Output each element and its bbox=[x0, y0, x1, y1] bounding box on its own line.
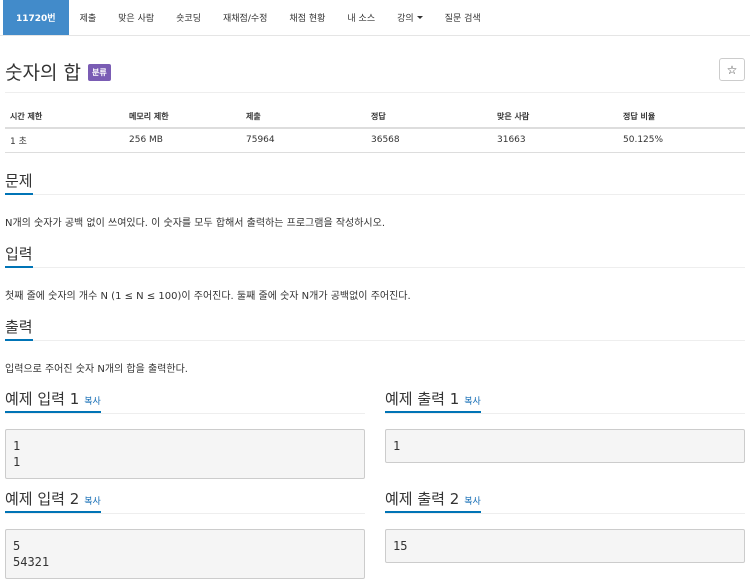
table-header-row: 시간 제한 메모리 제한 제출 정답 맞은 사람 정답 비율 bbox=[5, 106, 745, 129]
table-row: 1 초 256 MB 75964 36568 31663 50.125% bbox=[5, 128, 745, 153]
sample-output-1-box[interactable]: 1 bbox=[385, 429, 745, 463]
nav-solvers[interactable]: 맞은 사람 bbox=[107, 0, 165, 35]
sample-input-1-box[interactable]: 1 1 bbox=[5, 429, 365, 479]
nav-submit[interactable]: 제출 bbox=[69, 0, 108, 35]
value-submissions: 75964 bbox=[241, 128, 366, 153]
output-title: 출력 bbox=[5, 317, 33, 341]
sample-output-2-header: 예제 출력 2 복사 bbox=[385, 489, 745, 514]
input-header: 입력 bbox=[5, 244, 745, 268]
sample-output-2-title-wrap: 예제 출력 2 복사 bbox=[385, 489, 481, 513]
sample-input-1-title-wrap: 예제 입력 1 복사 bbox=[5, 389, 101, 413]
nav-lectures-label: 강의 bbox=[397, 14, 414, 24]
value-memory-limit: 256 MB bbox=[124, 128, 241, 153]
caret-down-icon bbox=[416, 16, 423, 19]
value-ratio: 50.125% bbox=[618, 128, 745, 153]
description-text: N개의 숫자가 공백 없이 쓰여있다. 이 숫자를 모두 합해서 출력하는 프로… bbox=[5, 218, 386, 229]
header-solvers: 맞은 사람 bbox=[492, 106, 618, 129]
sample-output-2-box[interactable]: 15 bbox=[385, 529, 745, 563]
copy-sample-input-1-link[interactable]: 복사 bbox=[84, 397, 101, 407]
value-time-limit: 1 초 bbox=[5, 128, 124, 153]
copy-sample-input-2-link[interactable]: 복사 bbox=[84, 497, 101, 507]
header-time-limit: 시간 제한 bbox=[5, 106, 124, 129]
problem-nav: 11720번 제출 맞은 사람 숏코딩 재채점/수정 채점 현황 내 소스 강의… bbox=[0, 0, 750, 36]
title-divider bbox=[5, 92, 745, 93]
nav-lectures-dropdown[interactable]: 강의 bbox=[386, 0, 434, 35]
copy-sample-output-2-link[interactable]: 복사 bbox=[464, 497, 481, 507]
output-header: 출력 bbox=[5, 317, 745, 341]
nav-rejudge[interactable]: 재채점/수정 bbox=[212, 0, 278, 35]
star-icon: ☆ bbox=[726, 62, 738, 77]
input-section: 입력 첫째 줄에 숫자의 개수 N (1 ≤ N ≤ 100)이 주어진다. 둘… bbox=[5, 244, 745, 302]
sample-input-1: 예제 입력 1 복사 1 1 bbox=[5, 389, 365, 479]
title-row: 숫자의 합 분류 bbox=[5, 58, 111, 84]
sample-output-1-header: 예제 출력 1 복사 bbox=[385, 389, 745, 414]
value-solvers: 31663 bbox=[492, 128, 618, 153]
nav-question-search[interactable]: 질문 검색 bbox=[434, 0, 492, 35]
problem-title: 숫자의 합 bbox=[5, 61, 81, 84]
nav-status[interactable]: 채점 현황 bbox=[278, 0, 336, 35]
sample-input-2-title: 예제 입력 2 bbox=[5, 490, 80, 508]
sample-output-1: 예제 출력 1 복사 1 bbox=[385, 389, 745, 463]
sample-input-2-box[interactable]: 5 54321 bbox=[5, 529, 365, 579]
description-section: 문제 N개의 숫자가 공백 없이 쓰여있다. 이 숫자를 모두 합해서 출력하는… bbox=[5, 171, 745, 229]
nav-problem-number[interactable]: 11720번 bbox=[3, 0, 69, 35]
sample-input-2-title-wrap: 예제 입력 2 복사 bbox=[5, 489, 101, 513]
header-ratio: 정답 비율 bbox=[618, 106, 745, 129]
output-text: 입력으로 주어진 숫자 N개의 합을 출력한다. bbox=[5, 364, 188, 375]
sample-input-2-header: 예제 입력 2 복사 bbox=[5, 489, 365, 514]
sample-input-1-title: 예제 입력 1 bbox=[5, 390, 80, 408]
nav-short-coding[interactable]: 숏코딩 bbox=[165, 0, 212, 35]
value-accepted: 36568 bbox=[366, 128, 492, 153]
header-accepted: 정답 bbox=[366, 106, 492, 129]
sample-input-2: 예제 입력 2 복사 5 54321 bbox=[5, 489, 365, 579]
problem-info-table: 시간 제한 메모리 제한 제출 정답 맞은 사람 정답 비율 1 초 256 M… bbox=[5, 106, 745, 153]
nav-my-source[interactable]: 내 소스 bbox=[336, 0, 386, 35]
sample-input-1-header: 예제 입력 1 복사 bbox=[5, 389, 365, 414]
input-title: 입력 bbox=[5, 244, 33, 268]
output-section: 출력 입력으로 주어진 숫자 N개의 합을 출력한다. bbox=[5, 317, 745, 375]
sample-output-1-title: 예제 출력 1 bbox=[385, 390, 460, 408]
sample-output-2: 예제 출력 2 복사 15 bbox=[385, 489, 745, 563]
description-header: 문제 bbox=[5, 171, 745, 195]
header-submissions: 제출 bbox=[241, 106, 366, 129]
header-memory-limit: 메모리 제한 bbox=[124, 106, 241, 129]
copy-sample-output-1-link[interactable]: 복사 bbox=[464, 397, 481, 407]
input-text: 첫째 줄에 숫자의 개수 N (1 ≤ N ≤ 100)이 주어진다. 둘째 줄… bbox=[5, 291, 411, 302]
favorite-button[interactable]: ☆ bbox=[719, 58, 745, 81]
description-title: 문제 bbox=[5, 171, 33, 195]
sample-output-2-title: 예제 출력 2 bbox=[385, 490, 460, 508]
category-badge[interactable]: 분류 bbox=[87, 64, 111, 81]
sample-output-1-title-wrap: 예제 출력 1 복사 bbox=[385, 389, 481, 413]
